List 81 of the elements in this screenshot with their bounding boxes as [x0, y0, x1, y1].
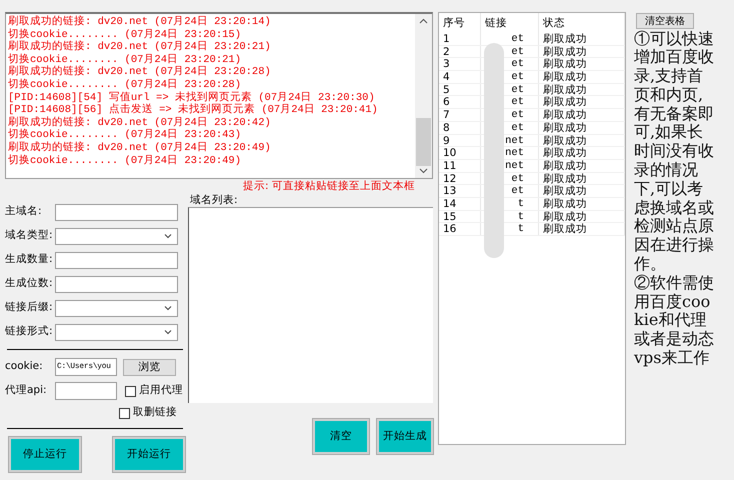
- table-cell: 11: [439, 160, 481, 172]
- log-line: 切换cookie........ (07月24日 23:20:28): [8, 78, 242, 91]
- action-button[interactable]: 开始运行: [113, 437, 185, 472]
- clear-table-button[interactable]: 清空表格: [636, 13, 694, 29]
- input-field[interactable]: [55, 204, 178, 220]
- checkbox-label: 取删链接: [133, 405, 177, 420]
- log-line: 刷取成功的链接: dv20.net (07月24日 23:20:14): [8, 16, 272, 28]
- dropdown-field[interactable]: [55, 228, 178, 244]
- table-cell: 12: [439, 172, 481, 184]
- hint-text: 提示: 可直接粘贴链接至上面文本框: [243, 179, 416, 193]
- table-cell: 刷取成功: [539, 46, 625, 58]
- table-cell: 4: [439, 71, 481, 83]
- browse-button[interactable]: 浏览: [123, 358, 176, 376]
- checkbox[interactable]: [119, 408, 130, 418]
- table-cell: 13: [439, 185, 481, 197]
- checkbox-label: 启用代理: [139, 383, 183, 398]
- log-line: [PID:14608][54] 写值url => 未找到网页元素 (07月24日 23:20:30): [8, 92, 376, 104]
- log-line: 切换cookie........ (07月24日 23:20:43): [8, 129, 242, 142]
- scrollbar[interactable]: [415, 14, 432, 178]
- action-button[interactable]: 清空: [313, 419, 369, 454]
- log-line: 刷取成功的链接: dv20.net (07月24日 23:20:28): [8, 66, 272, 78]
- table-cell: 14: [439, 198, 481, 210]
- table-cell: 2: [439, 46, 481, 58]
- column-header[interactable]: 链接: [481, 13, 539, 33]
- note-text: ①可以快速增加百度收录,支持首页和内页,有无备案即可,如果长时间没有收录的情况下,可以考虑换域名或检测站点原因在进行操作。: [634, 30, 715, 274]
- field-label: 生成数量:: [5, 252, 54, 268]
- action-button[interactable]: 停止运行: [9, 437, 81, 472]
- table-cell: 3: [439, 58, 481, 70]
- table-cell: 9: [439, 134, 481, 146]
- table-cell: 刷取成功: [539, 185, 625, 197]
- field-label: 代理api:: [5, 383, 48, 398]
- table-cell: 刷取成功: [539, 134, 625, 146]
- domain-list-field[interactable]: [188, 207, 433, 403]
- table-cell: 刷取成功: [539, 223, 625, 235]
- table-cell: 15: [439, 210, 481, 222]
- field-label: 链接形式:: [5, 324, 54, 340]
- field-label: 主域名:: [5, 204, 43, 220]
- dropdown-field[interactable]: [55, 324, 178, 340]
- table-cell: 1: [439, 33, 481, 45]
- table-cell: 刷取成功: [539, 122, 625, 134]
- field-label: 域名类型:: [5, 228, 54, 244]
- table-cell: 刷取成功: [539, 84, 625, 96]
- log-line: 刷取成功的链接: dv20.net (07月24日 23:20:21): [8, 41, 272, 54]
- table-cell: 刷取成功: [539, 33, 625, 45]
- log-line: 刷取成功的链接: dv20.net (07月24日 23:20:42): [8, 116, 272, 129]
- table-cell: 刷取成功: [539, 198, 625, 210]
- field-label: 链接后缀:: [5, 300, 54, 316]
- table-cell: 刷取成功: [539, 160, 625, 172]
- table-cell: 16: [439, 223, 481, 235]
- dropdown-field[interactable]: [55, 300, 178, 316]
- proxy-api-field[interactable]: [55, 382, 117, 400]
- input-field[interactable]: [55, 276, 178, 292]
- table-cell: 刷取成功: [539, 210, 625, 222]
- action-button[interactable]: 开始生成: [377, 419, 433, 454]
- log-line: 切换cookie........ (07月24日 23:20:21): [8, 54, 242, 66]
- table-cell: 刷取成功: [539, 147, 625, 159]
- table-cell: 刷取成功: [539, 58, 625, 70]
- log-line: 切换cookie........ (07月24日 23:20:49): [8, 154, 242, 168]
- scroll-down-icon[interactable]: [419, 168, 428, 174]
- domain-list-label: 域名列表:: [190, 193, 239, 207]
- table-cell: 10: [439, 147, 481, 159]
- table-cell: 刷取成功: [539, 71, 625, 83]
- checkbox[interactable]: [125, 386, 136, 396]
- column-header[interactable]: 序号: [439, 13, 481, 33]
- input-field[interactable]: [55, 252, 178, 268]
- scroll-up-icon[interactable]: [419, 18, 428, 24]
- table-cell: 7: [439, 109, 481, 121]
- table-cell: 6: [439, 96, 481, 108]
- field-label: cookie:: [5, 359, 44, 374]
- table-cell: 刷取成功: [539, 96, 625, 108]
- log-line: [PID:14608][56] 点击发送 => 未找到网页元素 (07月24日 23:20:41): [8, 104, 379, 116]
- column-header[interactable]: 状态: [539, 13, 625, 33]
- log-line: 切换cookie........ (07月24日 23:20:15): [8, 28, 242, 41]
- table-cell: 刷取成功: [539, 109, 625, 121]
- table-cell: 5: [439, 84, 481, 96]
- table-cell: 8: [439, 122, 481, 134]
- note-text: ②软件需使用百度cookie和代理或者是动态vps来工作: [634, 274, 715, 368]
- table-cell: 刷取成功: [539, 172, 625, 184]
- field-label: 生成位数:: [5, 276, 54, 292]
- log-line: 刷取成功的链接: dv20.net (07月24日 23:20:49): [8, 142, 272, 154]
- log-box[interactable]: [5, 12, 433, 179]
